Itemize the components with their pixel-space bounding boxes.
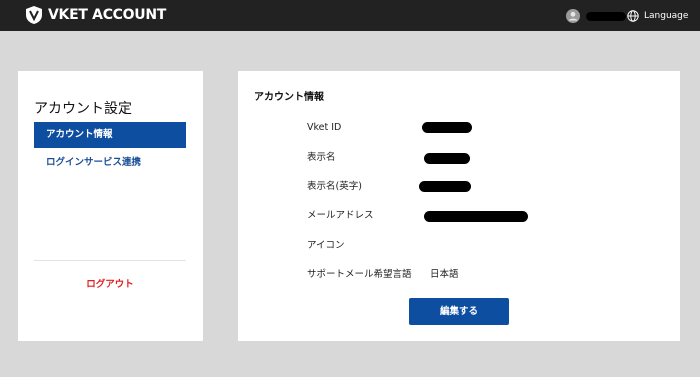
language-label: Language	[644, 11, 689, 21]
field-label-display-name: 表示名	[307, 152, 336, 163]
account-info-panel: アカウント情報 Vket ID 表示名 表示名(英字) メールアドレス アイコン…	[238, 71, 680, 341]
sidebar-item-account-info[interactable]: アカウント情報	[34, 122, 186, 148]
page-title: アカウント情報	[254, 92, 324, 103]
settings-sidebar: アカウント設定 アカウント情報 ログインサービス連携 ログアウト	[18, 71, 203, 341]
redacted-email	[424, 211, 528, 222]
sidebar-title: アカウント設定	[34, 101, 132, 117]
user-menu[interactable]	[566, 8, 626, 24]
brand-name: VKET ACCOUNT	[48, 7, 166, 23]
field-label-email: メールアドレス	[307, 210, 374, 221]
top-navigation-bar: VKET ACCOUNT Language	[0, 0, 700, 31]
edit-button[interactable]: 編集する	[409, 298, 509, 325]
redacted-vket-id	[422, 122, 472, 133]
redacted-display-name-en	[419, 181, 471, 192]
field-label-icon: アイコン	[307, 240, 345, 251]
shield-logo-icon	[26, 6, 42, 24]
user-avatar-icon	[566, 9, 580, 23]
redacted-display-name	[424, 153, 470, 164]
sidebar-item-login-services[interactable]: ログインサービス連携	[34, 153, 186, 173]
field-label-support-language: サポートメール希望言語	[307, 269, 412, 280]
logout-link[interactable]: ログアウト	[34, 276, 186, 294]
sidebar-divider	[34, 260, 186, 261]
redacted-username	[586, 11, 626, 21]
brand-logo[interactable]: VKET ACCOUNT	[24, 5, 166, 25]
globe-icon	[627, 10, 639, 22]
field-label-display-name-en: 表示名(英字)	[307, 181, 362, 192]
support-language-value: 日本語	[430, 269, 459, 280]
language-selector[interactable]: Language	[627, 8, 688, 24]
field-label-vket-id: Vket ID	[307, 122, 342, 133]
